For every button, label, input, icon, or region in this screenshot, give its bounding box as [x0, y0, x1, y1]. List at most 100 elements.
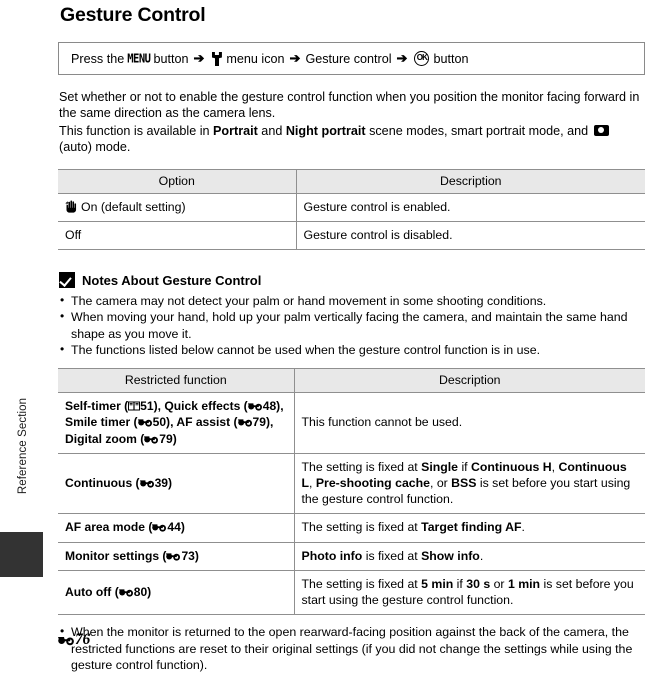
notes-bullet-list: The camera may not detect your palm or h… [58, 292, 645, 358]
page-footer: 76 [58, 631, 90, 649]
r5-d3: if [453, 576, 467, 591]
table-row: Monitor settings (73) Photo info is fixe… [58, 542, 645, 571]
nav-menu-icon-label: menu icon [226, 51, 285, 66]
restricted-description-auto-off: The setting is fixed at 5 min if 30 s or… [293, 570, 645, 616]
option-table: Option Description On (default setting) … [58, 168, 645, 251]
reference-section-icon [137, 417, 153, 428]
notes-heading: Notes About Gesture Control [59, 272, 645, 289]
r5-name: Auto off ( [65, 584, 119, 599]
intro-p2-part-c: and [257, 123, 286, 138]
intro-paragraph-1: Set whether or not to enable the gesture… [59, 90, 640, 121]
restricted-description-monitor-settings: Photo info is fixed at Show info. [293, 542, 645, 571]
r1-text-e: 79) [159, 431, 177, 446]
mode-night-portrait: Night portrait [285, 123, 366, 138]
value-30-s: 30 s [466, 576, 491, 591]
manual-book-icon [128, 401, 141, 411]
restricted-function-af-area-mode: AF area mode ( 44) [58, 513, 294, 543]
r5-d1: The setting is fixed at [301, 576, 422, 591]
option-description-on: Gesture control is enabled. [295, 193, 645, 222]
arrow-icon-1: ➔ [193, 50, 205, 66]
value-1-min: 1 min [507, 576, 541, 591]
r3-num: 44) [167, 520, 185, 535]
section-label: Reference Section [17, 397, 29, 495]
reference-section-icon [152, 522, 167, 533]
reference-section-icon [237, 417, 253, 428]
page-title: Gesture Control [60, 4, 206, 26]
r2-d1: The setting is fixed at [301, 459, 422, 474]
mode-portrait: Portrait [213, 123, 258, 138]
page-number: 76 [75, 631, 90, 648]
r3-d1: The setting is fixed at [301, 520, 422, 535]
list-item: When the monitor is returned to the open… [58, 623, 645, 673]
reference-section-icon [144, 434, 159, 444]
menu-path-box: Press the MENU button ➔ menu icon ➔ Gest… [58, 42, 645, 75]
option-description-off: Gesture control is disabled. [295, 221, 645, 251]
nav-item-gesture-control: Gesture control [305, 51, 392, 66]
menu-button-icon: MENU [127, 51, 151, 66]
reference-section-icon [58, 634, 75, 646]
r5-d5: or [490, 576, 508, 591]
restricted-table-header-function: Restricted function [58, 368, 294, 394]
restricted-description-continuous: The setting is fixed at Single if Contin… [293, 453, 645, 515]
r4-d4: . [479, 548, 484, 563]
nav-button-word-1: button [153, 51, 189, 66]
table-row: Self-timer (51), Quick effects (48), Smi… [58, 392, 645, 454]
r5-num: 80) [133, 584, 152, 599]
intro-paragraph-2: This function is available in Portrait a… [59, 123, 645, 156]
reference-section-icon [139, 478, 155, 488]
option-cell-on: On (default setting) [58, 193, 296, 222]
option-table-header-description: Description [295, 168, 645, 194]
r3-d3: . [521, 520, 525, 535]
restricted-function-group-1: Self-timer (51), Quick effects (48), Smi… [58, 392, 294, 454]
side-rail: Reference Section [0, 0, 58, 658]
nav-button-word-2: button [433, 51, 469, 66]
table-row: Continuous (39) The setting is fixed at … [58, 453, 645, 515]
intro-p2-part-f: (auto) mode. [59, 140, 131, 155]
wrench-icon [211, 52, 222, 66]
value-pre-shooting-cache: Pre-shooting cache [315, 476, 430, 491]
section-tab-marker [0, 532, 43, 577]
r2-num: 39) [154, 476, 173, 491]
arrow-icon-2: ➔ [289, 50, 301, 66]
closing-bullet-list: When the monitor is returned to the open… [58, 623, 645, 673]
page-content: Gesture Control Press the MENU button ➔ … [58, 0, 645, 673]
restricted-function-auto-off: Auto off ( 80) [58, 570, 294, 616]
table-row: On (default setting) Gesture control is … [58, 193, 645, 222]
r1-text-c: 50), AF assist ( [152, 415, 238, 430]
restricted-description-af-area-mode: The setting is fixed at Target finding A… [293, 513, 645, 543]
r2-d9: , or [429, 476, 452, 491]
value-5-min: 5 min [421, 576, 454, 591]
notes-title: Notes About Gesture Control [82, 272, 262, 288]
r1-text-a: 51), Quick effects ( [140, 399, 248, 414]
table-header-row: Option Description [58, 168, 645, 194]
r4-d2: is fixed at [362, 548, 422, 563]
warning-checkmark-icon [59, 272, 75, 289]
table-row: Off Gesture control is disabled. [58, 221, 645, 251]
intro-p2-part-a: This function is available in [59, 123, 214, 138]
value-show-info: Show info [421, 548, 480, 563]
value-continuous-h: Continuous H [471, 459, 552, 474]
value-bss: BSS [451, 476, 477, 491]
reference-section-icon [166, 551, 181, 561]
table-row: Auto off ( 80) The setting is fixed at 5 … [58, 570, 645, 616]
reference-section-icon [247, 401, 263, 411]
restricted-function-continuous: Continuous (39) [58, 453, 294, 515]
restricted-function-table: Restricted function Description Self-tim… [58, 368, 645, 616]
list-item: The camera may not detect your palm or h… [58, 292, 645, 309]
option-label-off: Off [58, 221, 296, 251]
list-item: When moving your hand, hold up your palm… [58, 308, 645, 342]
restricted-table-header-description: Description [293, 368, 645, 394]
r4-name: Monitor settings ( [65, 548, 167, 563]
camera-auto-icon [593, 124, 609, 136]
restricted-function-monitor-settings: Monitor settings (73) [58, 542, 294, 571]
r2-d3: if [458, 459, 472, 474]
value-single: Single [421, 459, 459, 474]
r1-text-pre: Self-timer ( [65, 399, 129, 414]
table-header-row: Restricted function Description [58, 368, 645, 394]
r3-name: AF area mode ( [65, 520, 153, 535]
reference-section-icon [118, 587, 134, 597]
nav-press-the: Press the [71, 51, 125, 66]
list-item: The functions listed below cannot be use… [58, 341, 645, 358]
table-row: AF area mode ( 44) The setting is fixed a… [58, 513, 645, 543]
value-target-finding-af: Target finding AF [421, 520, 522, 535]
